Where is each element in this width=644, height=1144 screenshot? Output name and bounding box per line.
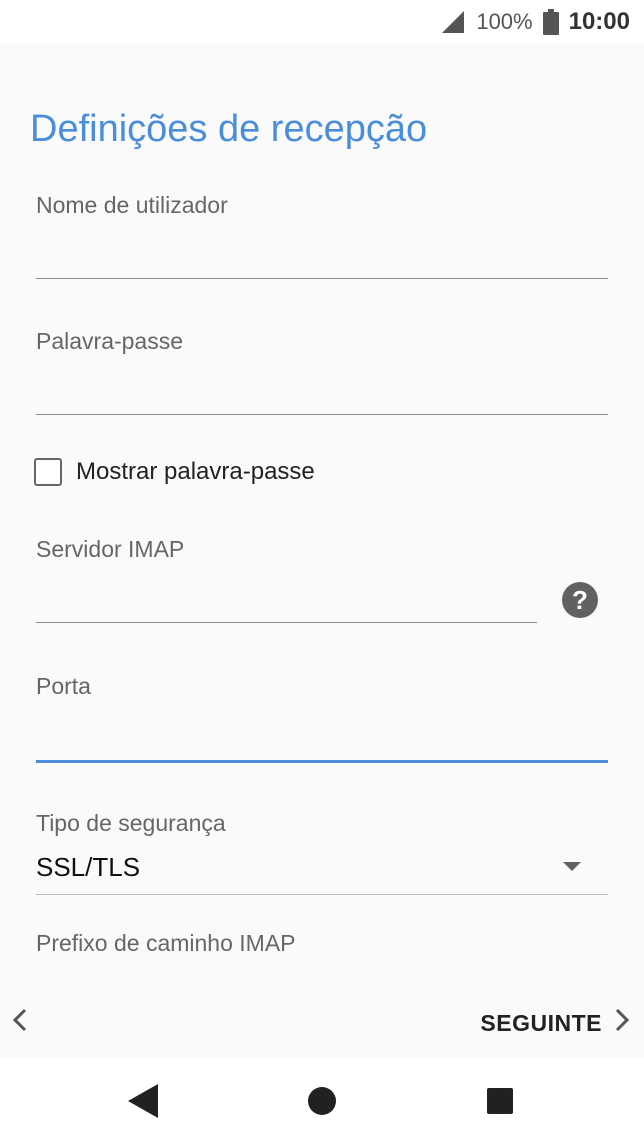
next-label: SEGUINTE [480,1010,602,1036]
chevron-left-icon[interactable] [10,1002,40,1038]
imap-server-label: Servidor IMAP [36,536,185,562]
status-bar: 100% 10:00 [0,0,644,44]
next-button[interactable]: SEGUINTE [480,1002,632,1045]
security-type-select[interactable]: SSL/TLS [36,852,140,883]
help-icon[interactable]: ? [562,582,598,618]
password-input[interactable] [36,372,608,415]
port-label: Porta [36,673,91,699]
dropdown-arrow-icon[interactable] [563,862,581,871]
nav-recents-icon[interactable] [487,1088,513,1114]
signal-icon [440,11,466,33]
port-input[interactable] [36,718,608,763]
imap-server-input[interactable] [36,580,537,623]
system-navigation-bar [0,1058,644,1144]
status-indicators: 100% 10:00 [440,0,630,44]
imap-path-prefix-label: Prefixo de caminho IMAP [36,930,296,956]
battery-icon [542,9,559,35]
bottom-action-bar: SEGUINTE [0,990,644,1056]
nav-home-icon[interactable] [308,1087,336,1115]
nav-back-icon[interactable] [128,1084,158,1118]
show-password-label: Mostrar palavra-passe [76,458,315,485]
battery-percent: 100% [476,9,533,34]
status-time: 10:00 [568,8,630,35]
username-input[interactable] [36,236,608,279]
security-type-underline [36,894,608,895]
username-label: Nome de utilizador [36,192,228,218]
checkbox-icon[interactable] [34,458,62,486]
password-label: Palavra-passe [36,328,184,354]
show-password-checkbox[interactable]: Mostrar palavra-passe [34,458,315,486]
page-title: Definições de recepção [30,108,428,150]
chevron-right-icon [612,1002,632,1045]
security-type-label: Tipo de segurança [36,810,226,836]
